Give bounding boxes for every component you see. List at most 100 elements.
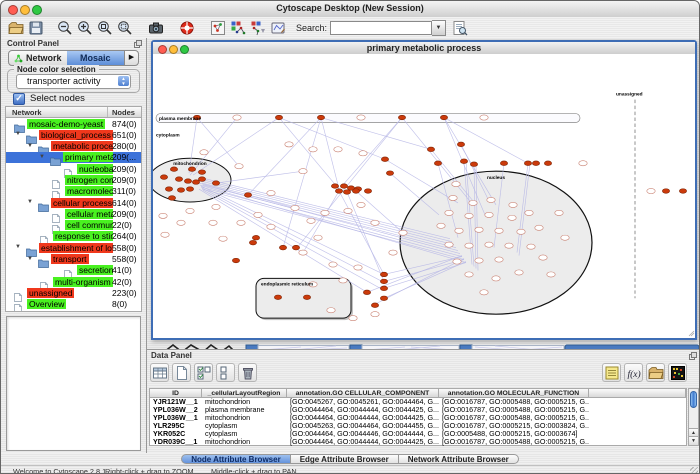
filter-network-button[interactable] (248, 18, 268, 37)
network-node-highlighted[interactable] (434, 161, 441, 166)
table-cell[interactable]: mitochondrion (202, 414, 287, 422)
attribute-search-button[interactable] (450, 18, 470, 37)
network-node-unselected[interactable] (547, 272, 555, 277)
network-node-unselected[interactable] (525, 210, 533, 215)
network-node-unselected[interactable] (509, 202, 517, 207)
network-node-unselected[interactable] (291, 205, 299, 210)
node-color-select[interactable]: transporter activity ▲▼ (16, 74, 131, 89)
network-node-unselected[interactable] (480, 115, 488, 120)
matrix-view-button[interactable] (668, 363, 687, 382)
tree-row-mosaic-demo-yeast[interactable]: mosaic-demo-yeast874(0) (6, 118, 141, 129)
network-node-highlighted[interactable] (500, 161, 507, 166)
network-node-unselected[interactable] (508, 215, 516, 220)
network-node-unselected[interactable] (354, 265, 362, 270)
zoom-fit-button[interactable] (115, 18, 135, 37)
network-node-highlighted[interactable] (331, 184, 338, 189)
network-minimize-button[interactable] (169, 45, 178, 54)
network-node-unselected[interactable] (399, 230, 407, 235)
network-node-highlighted[interactable] (303, 295, 310, 300)
table-row[interactable]: YDR039C__1mitochondrion[GO:0044464, GO:0… (150, 438, 686, 446)
network-node-unselected[interactable] (314, 235, 322, 240)
network-node-highlighted[interactable] (380, 286, 387, 291)
network-node-unselected[interactable] (299, 169, 307, 174)
network-node-unselected[interactable] (505, 243, 513, 248)
search-dropdown-button[interactable]: ▼ (432, 20, 446, 36)
network-node-unselected[interactable] (465, 272, 473, 277)
table-cell[interactable]: [GO:0005488, GO:0005215, GO:0003674] (439, 430, 589, 438)
table-cell[interactable]: [GO:0016787, GO:0005488, GO:0005215, G..… (439, 406, 589, 414)
network-node-unselected[interactable] (237, 220, 245, 225)
network-node-highlighted[interactable] (279, 245, 286, 250)
network-node-highlighted[interactable] (532, 161, 539, 166)
network-node-unselected[interactable] (357, 202, 365, 207)
tree-row-response-to-stimulu[interactable]: response to stimulu264(0) (6, 231, 141, 242)
close-window-button[interactable] (8, 5, 18, 15)
tab-edge-attribute-browser[interactable]: Edge Attribute Browser (291, 454, 399, 464)
tab-overflow-arrow[interactable]: ▶ (124, 51, 138, 65)
network-node-unselected[interactable] (389, 250, 397, 255)
network-node-highlighted[interactable] (427, 147, 434, 152)
delete-attribute-button[interactable] (238, 363, 257, 382)
network-node-highlighted[interactable] (292, 245, 299, 250)
network-node-highlighted[interactable] (335, 189, 342, 194)
network-node-highlighted[interactable] (662, 189, 669, 194)
network-close-button[interactable] (158, 45, 167, 54)
network-node-unselected[interactable] (309, 147, 317, 152)
tree-row-cellular-process[interactable]: ▼cellular process614(0) (6, 197, 141, 208)
zoom-in-button[interactable] (75, 18, 95, 37)
network-node-highlighted[interactable] (380, 279, 387, 284)
network-node-unselected[interactable] (334, 147, 342, 152)
expand-arrow-icon[interactable]: ▼ (39, 154, 45, 160)
network-node-highlighted[interactable] (364, 189, 371, 194)
open-file-button[interactable] (6, 18, 26, 37)
network-node-unselected[interactable] (209, 220, 217, 225)
table-cell[interactable]: [GO:0016787, GO:0005488, GO:0005215, G..… (439, 398, 589, 406)
canvas-resize-grip[interactable] (689, 331, 694, 336)
tab-node-attribute-browser[interactable]: Node Attribute Browser (181, 454, 291, 464)
network-node-unselected[interactable] (475, 258, 483, 263)
table-row[interactable]: YJR121W__1mitochondrion[GO:0045267, GO:0… (150, 398, 686, 406)
network-node-highlighted[interactable] (175, 177, 182, 182)
expand-arrow-icon[interactable]: ▼ (15, 131, 21, 137)
network-node-unselected[interactable] (186, 208, 194, 213)
network-node-highlighted[interactable] (380, 272, 387, 277)
network-node-unselected[interactable] (647, 188, 655, 193)
network-node-unselected[interactable] (555, 210, 563, 215)
network-node-highlighted[interactable] (398, 115, 405, 120)
network-node-unselected[interactable] (161, 232, 169, 237)
network-node-unselected[interactable] (212, 204, 220, 209)
network-node-unselected[interactable] (329, 262, 337, 267)
network-node-unselected[interactable] (200, 150, 208, 155)
network-node-unselected[interactable] (359, 151, 367, 156)
table-row[interactable]: YPL036W__1mitochondrion[GO:0044464, GO:0… (150, 414, 686, 422)
network-node-highlighted[interactable] (386, 171, 393, 176)
table-cell[interactable]: [GO:0045267, GO:0045261, GO:0044464, G..… (287, 398, 439, 406)
table-cell[interactable]: [GO:0016787, GO:0005215, GO:0003824, G..… (439, 422, 589, 430)
zoom-selected-button[interactable] (95, 18, 115, 37)
table-cell[interactable]: mitochondrion (202, 398, 287, 406)
table-cell[interactable]: cytoplasm (202, 430, 287, 438)
network-node-unselected[interactable] (371, 312, 379, 317)
expand-arrow-icon[interactable]: ▼ (27, 143, 33, 149)
network-node-highlighted[interactable] (524, 161, 531, 166)
network-canvas[interactable]: plasma membranecytoplasmmitochondrionnuc… (153, 54, 695, 338)
network-node-unselected[interactable] (219, 236, 227, 241)
network-node-unselected[interactable] (339, 278, 347, 283)
network-node-unselected[interactable] (327, 308, 335, 313)
network-node-unselected[interactable] (321, 210, 329, 215)
select-attributes-button[interactable] (194, 363, 213, 382)
save-button[interactable] (26, 18, 46, 37)
network-node-highlighted[interactable] (440, 115, 447, 120)
resize-grip[interactable] (690, 467, 698, 474)
network-node-highlighted[interactable] (165, 187, 172, 192)
tree-row-macromolecule[interactable]: macromolecule311(0) (6, 186, 141, 197)
network-node-highlighted[interactable] (460, 159, 467, 164)
tree-row-metabolic-process[interactable]: ▼metabolic process280(0) (6, 141, 141, 152)
function-builder-button[interactable]: f(x) (624, 363, 643, 382)
network-node-highlighted[interactable] (352, 189, 359, 194)
table-cell[interactable]: plasma membrane (202, 406, 287, 414)
table-cell[interactable]: [GO:0044464, GO:0044444, GO:0044425, G..… (287, 414, 439, 422)
network-node-unselected[interactable] (465, 243, 473, 248)
network-node-unselected[interactable] (235, 164, 243, 169)
snapshot-camera-button[interactable] (146, 18, 166, 37)
